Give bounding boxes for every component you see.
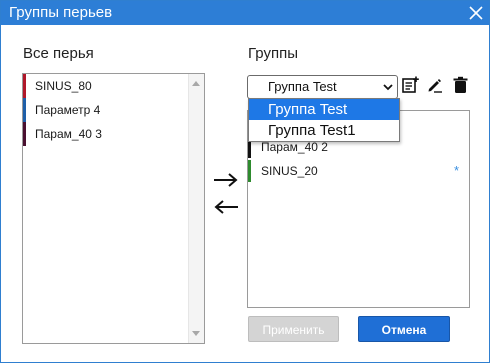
all-pens-label: Все перья (23, 45, 94, 62)
chevron-down-icon (383, 84, 393, 91)
group-select-value: Группа Test (268, 79, 337, 94)
pen-color-bar (23, 122, 26, 146)
group-dropdown[interactable]: Группа Test Группа Test1 (248, 98, 400, 142)
pen-color-bar (23, 98, 26, 122)
all-pens-list[interactable]: SINUS_80 Параметр 4 Парам_40 3 (22, 73, 205, 344)
edit-pen-icon[interactable] (426, 76, 443, 94)
arrow-left-icon[interactable] (212, 199, 240, 215)
pen-color-bar (23, 74, 26, 98)
list-item-label: SINUS_20 (261, 164, 318, 178)
dialog-window: Группы перьев Все перья SINUS_80 Парамет… (0, 0, 490, 363)
dropdown-option[interactable]: Группа Test (249, 99, 399, 120)
list-item[interactable]: SINUS_20 * (248, 160, 469, 182)
cancel-button[interactable]: Отмена (358, 316, 450, 342)
vertical-scrollbar[interactable] (188, 74, 204, 343)
apply-button[interactable]: Применить (248, 316, 339, 342)
list-item[interactable]: SINUS_80 (23, 74, 204, 98)
dropdown-option[interactable]: Группа Test1 (249, 120, 399, 141)
groups-label: Группы (248, 45, 298, 62)
list-item-label: Парам_40 2 (261, 140, 328, 154)
trash-icon[interactable] (452, 76, 469, 94)
window-title: Группы перьев (9, 4, 113, 21)
list-item[interactable]: Параметр 4 (23, 98, 204, 122)
scroll-down-icon[interactable] (192, 331, 200, 336)
star-marker: * (453, 163, 459, 178)
scroll-up-icon[interactable] (192, 81, 200, 86)
add-note-icon[interactable] (402, 76, 419, 94)
pen-color-bar (248, 160, 251, 182)
title-bar[interactable]: Группы перьев (1, 1, 489, 25)
list-item-label: Парам_40 3 (35, 127, 102, 141)
group-select[interactable]: Группа Test (247, 75, 398, 99)
list-item-label: SINUS_80 (35, 79, 92, 93)
list-item[interactable]: Парам_40 3 (23, 122, 204, 146)
close-icon[interactable] (467, 4, 485, 22)
list-item-label: Параметр 4 (35, 103, 101, 117)
arrow-right-icon[interactable] (212, 172, 240, 188)
